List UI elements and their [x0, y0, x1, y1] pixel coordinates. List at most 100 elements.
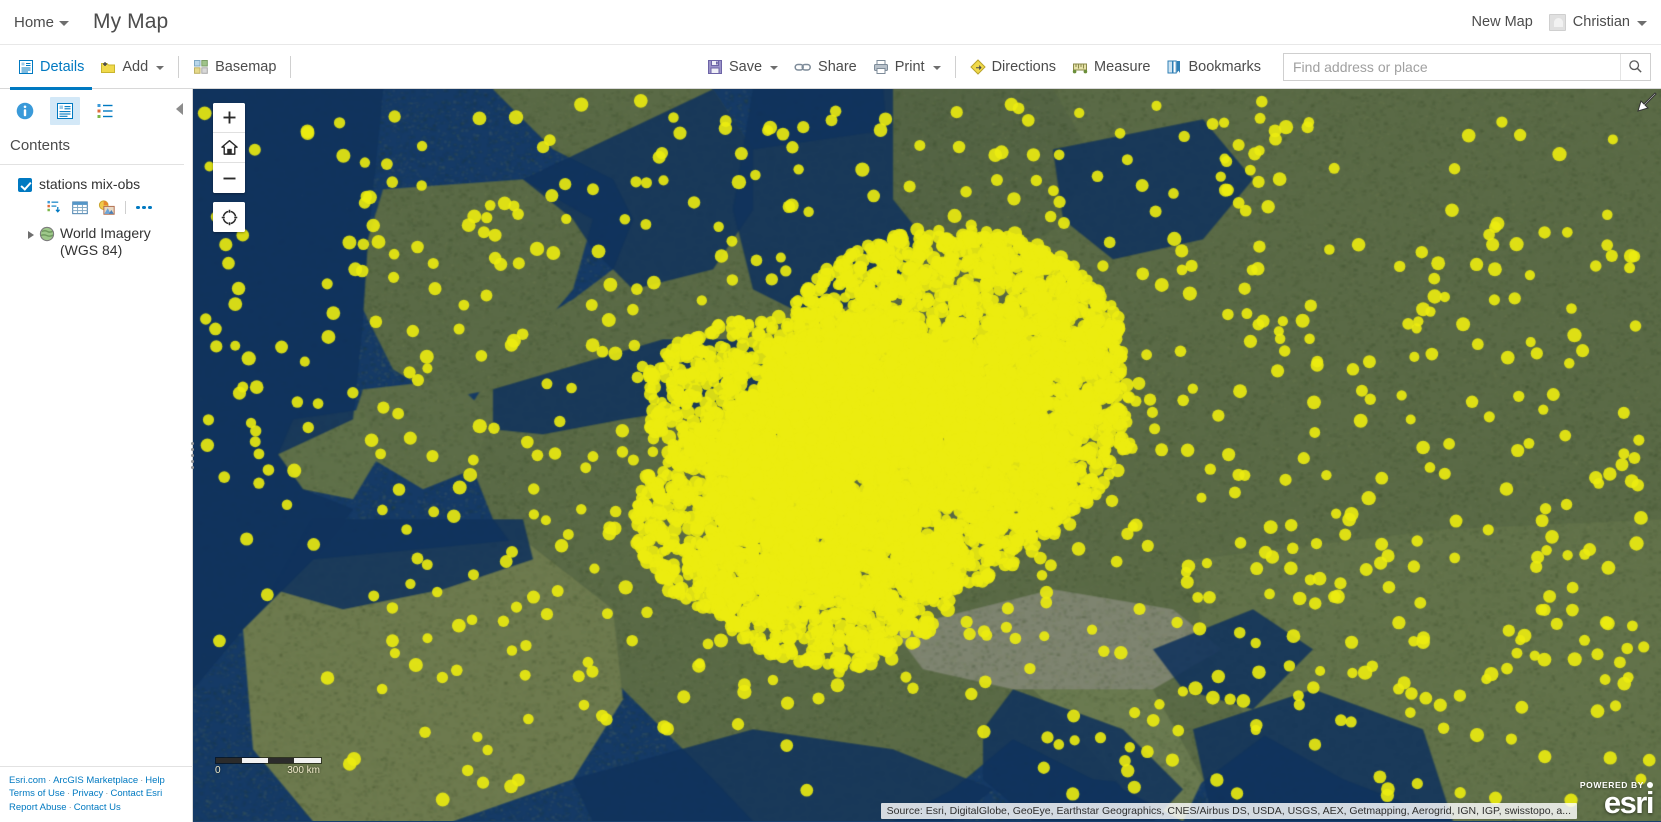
page-title: My Map [93, 10, 169, 33]
map-imagery-canvas[interactable] [193, 89, 1661, 821]
locate-control-group [213, 202, 245, 232]
zoom-out-button[interactable] [213, 163, 245, 193]
locate-icon [220, 208, 238, 226]
action-divider [125, 201, 126, 214]
measure-button[interactable]: Measure [1064, 45, 1158, 89]
home-menu[interactable]: Home [14, 13, 70, 31]
show-table-icon[interactable] [72, 200, 88, 215]
contents-panel: Contents stations mix-obs World Imagery … [0, 89, 196, 822]
print-icon [873, 59, 888, 74]
home-icon [220, 139, 238, 155]
layer-item-world-imagery[interactable]: World Imagery (WGS 84) [0, 215, 192, 259]
bookmarks-label: Bookmarks [1188, 58, 1261, 75]
avatar [1548, 13, 1566, 31]
footer-link-privacy[interactable]: Privacy [72, 788, 103, 799]
sublayer-name-label: World Imagery (WGS 84) [60, 225, 151, 258]
scale-min-label: 0 [215, 765, 221, 776]
esri-logo: POWERED BY esri [1580, 780, 1655, 820]
bookmarks-button[interactable]: Bookmarks [1158, 45, 1269, 89]
expand-arrow-icon [1637, 92, 1657, 112]
measure-icon [1072, 63, 1088, 73]
scale-max-label: 300 km [287, 765, 320, 776]
map-controls [213, 103, 245, 232]
scale-bar-labels: 0 300 km [215, 765, 320, 776]
measure-label: Measure [1094, 58, 1151, 75]
details-button[interactable]: Details [10, 45, 93, 90]
footer-link-contact-esri[interactable]: Contact Esri [110, 788, 162, 799]
search-box [1283, 52, 1651, 81]
home-label: Home [14, 13, 55, 31]
change-style-icon[interactable] [98, 200, 115, 215]
map-toolbar: Details Add Basemap Save Share Print Dir… [0, 44, 1661, 90]
toolbar-divider [954, 55, 956, 78]
map-attribution[interactable]: Source: Esri, DigitalGlobe, GeoEye, Eart… [880, 803, 1577, 819]
footer-link-terms[interactable]: Terms of Use [9, 788, 65, 799]
add-label: Add [122, 58, 149, 75]
minus-icon [223, 177, 235, 179]
search-button[interactable] [1620, 53, 1650, 80]
print-button[interactable]: Print [865, 45, 949, 89]
scale-bar-segments [215, 757, 322, 764]
tab-contents[interactable] [50, 97, 80, 125]
save-button[interactable]: Save [699, 45, 786, 89]
basemap-label: Basemap [215, 58, 277, 75]
info-icon [16, 102, 34, 120]
plus-icon [223, 111, 235, 124]
collapse-panel-button[interactable] [176, 103, 183, 115]
directions-button[interactable]: Directions [962, 45, 1064, 89]
details-label: Details [40, 58, 85, 75]
top-bar: Home My Map New Map Christian [0, 0, 1661, 44]
new-map-button[interactable]: New Map [1472, 14, 1533, 30]
save-label: Save [728, 58, 763, 75]
contents-icon [57, 103, 73, 119]
show-legend-icon[interactable] [47, 200, 62, 215]
share-label: Share [818, 58, 857, 75]
zoom-control-group [213, 103, 245, 193]
print-label: Print [894, 58, 925, 75]
panel-resize-handle[interactable] [189, 436, 196, 476]
footer-link-report-abuse[interactable]: Report Abuse [9, 802, 67, 813]
basemap-button[interactable]: Basemap [185, 45, 284, 89]
toolbar-right-group: Save Share Print Directions Measure Book… [699, 45, 1651, 89]
globe-icon [39, 226, 55, 247]
chevron-down-icon [932, 65, 941, 70]
footer-link-help[interactable]: Help [145, 775, 165, 786]
tab-about[interactable] [10, 97, 40, 125]
sidebar-footer: Esri.com · ArcGIS Marketplace · Help Terms o… [0, 765, 192, 822]
basemap-icon [194, 59, 208, 74]
default-extent-button[interactable] [213, 133, 245, 163]
footer-link-contact-us[interactable]: Contact Us [74, 802, 121, 813]
directions-label: Directions [991, 58, 1057, 75]
scale-bar: 0 300 km [215, 757, 322, 776]
layer-visibility-checkbox[interactable] [18, 178, 32, 192]
add-button[interactable]: Add [92, 45, 172, 89]
find-my-location-button[interactable] [213, 202, 245, 232]
map-view[interactable]: 0 300 km Source: Esri, DigitalGlobe, Geo… [193, 89, 1661, 822]
add-icon [101, 61, 116, 73]
legend-icon [97, 104, 113, 118]
share-button[interactable]: Share [786, 45, 865, 89]
bookmarks-icon [1167, 60, 1181, 73]
directions-icon [969, 58, 986, 75]
user-menu[interactable]: Christian [1548, 13, 1647, 31]
zoom-in-button[interactable] [213, 103, 245, 133]
footer-row-1: Esri.com · ArcGIS Marketplace · Help [9, 774, 165, 786]
top-bar-right: New Map Christian [1472, 13, 1647, 31]
layer-item-stations[interactable]: stations mix-obs [0, 175, 192, 194]
chevron-down-icon [59, 20, 70, 26]
layer-name-label: stations mix-obs [39, 176, 141, 192]
contents-title: Contents [0, 133, 184, 165]
search-input[interactable] [1284, 53, 1620, 80]
footer-link-marketplace[interactable]: ArcGIS Marketplace [53, 775, 138, 786]
user-name-label: Christian [1572, 14, 1630, 30]
expand-map-button[interactable] [1636, 92, 1658, 119]
arcgis-map-viewer: Home My Map New Map Christian Details Ad… [0, 0, 1661, 822]
expand-triangle-icon[interactable] [28, 231, 34, 239]
footer-link-esri-com[interactable]: Esri.com [9, 775, 46, 786]
more-options-icon[interactable] [136, 205, 152, 210]
search-icon [1629, 60, 1642, 73]
esri-wordmark: esri [1603, 785, 1655, 820]
tab-legend[interactable] [90, 97, 120, 125]
chevron-down-icon [1637, 20, 1647, 26]
toolbar-divider [290, 55, 292, 78]
